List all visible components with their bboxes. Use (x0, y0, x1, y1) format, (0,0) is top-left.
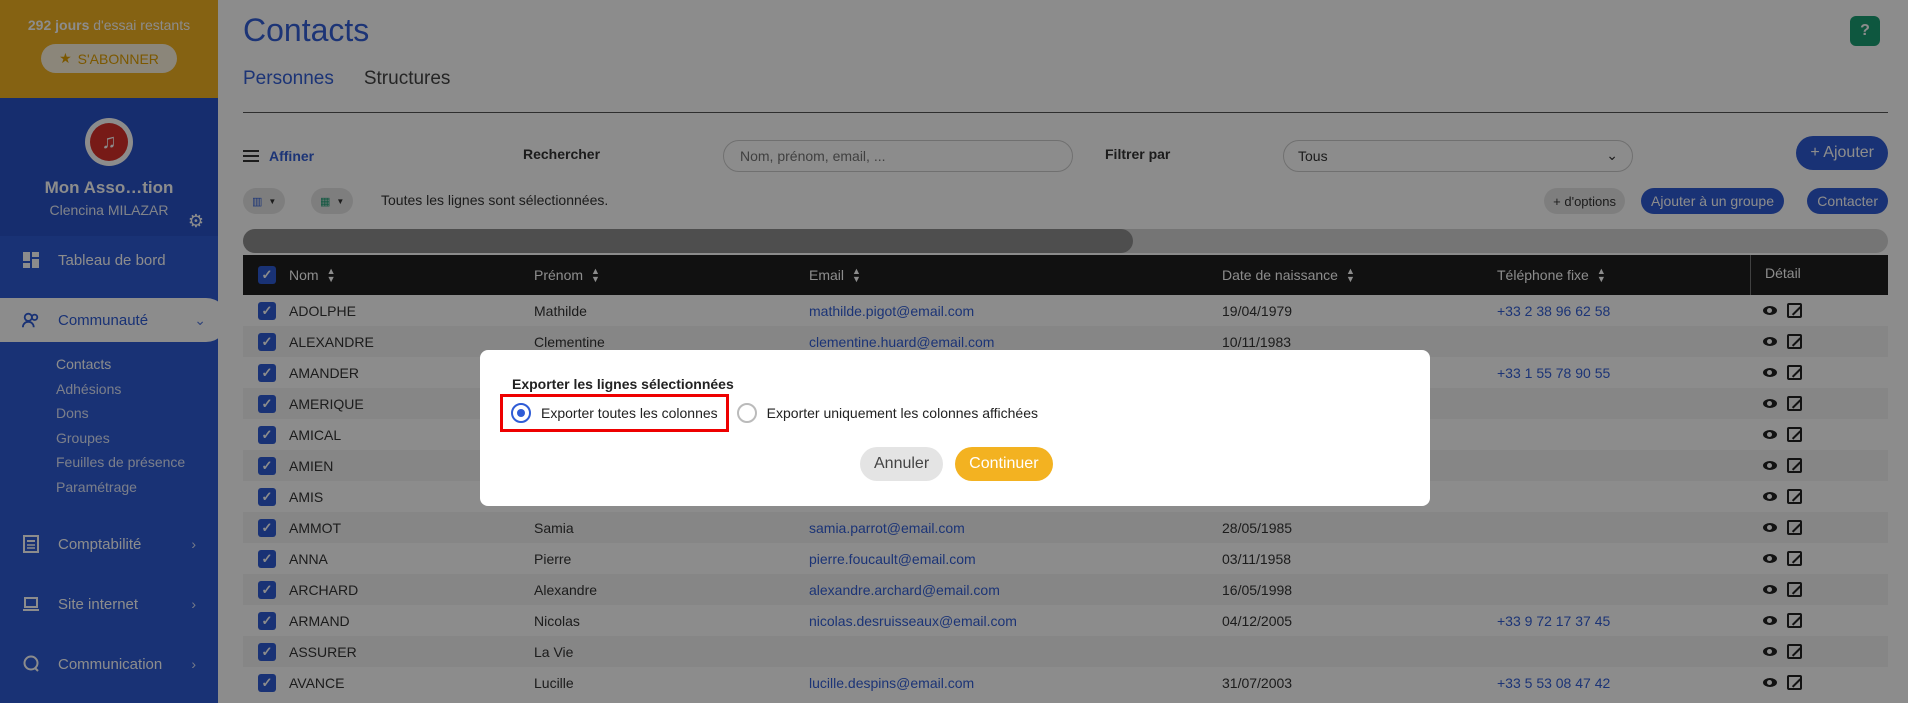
radio-export-displayed[interactable]: Exporter uniquement les colonnes affiché… (729, 397, 1046, 429)
dialog-actions: Annuler Continuer (860, 447, 1053, 481)
radio-label: Exporter toutes les colonnes (541, 405, 718, 421)
radio-export-all[interactable]: Exporter toutes les colonnes (500, 394, 729, 432)
export-dialog: Exporter les lignes sélectionnées Export… (480, 350, 1430, 506)
continue-button[interactable]: Continuer (955, 447, 1053, 481)
dialog-title: Exporter les lignes sélectionnées (512, 376, 734, 392)
export-options: Exporter toutes les colonnes Exporter un… (500, 394, 1046, 432)
radio-label: Exporter uniquement les colonnes affiché… (766, 405, 1039, 421)
cancel-button[interactable]: Annuler (860, 447, 944, 481)
radio-selected-icon (511, 403, 531, 423)
radio-unselected-icon (736, 403, 757, 423)
modal-overlay[interactable]: Exporter les lignes sélectionnées Export… (0, 0, 1908, 703)
